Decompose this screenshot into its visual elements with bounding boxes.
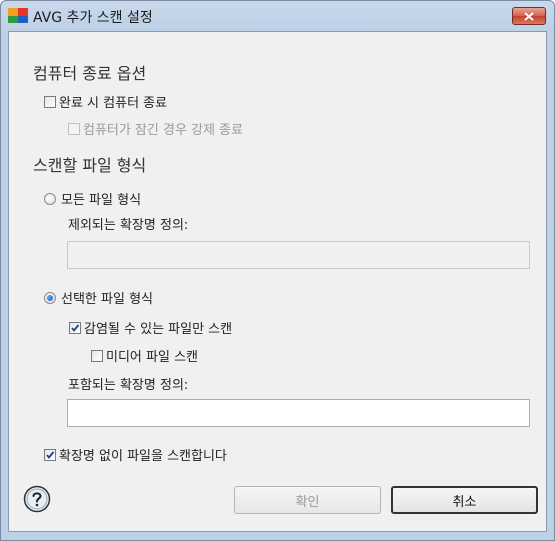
- infectable-only-checkbox[interactable]: [69, 321, 81, 334]
- no-extension-checkbox[interactable]: [44, 448, 56, 461]
- avg-logo-icon: [8, 8, 28, 23]
- shutdown-on-complete-checkbox[interactable]: [44, 95, 56, 108]
- shutdown-on-complete-label: 완료 시 컴퓨터 종료: [59, 96, 168, 111]
- shutdown-on-complete-option[interactable]: 완료 시 컴퓨터 종료: [44, 92, 167, 111]
- force-shutdown-option: 컴퓨터가 잠긴 경우 강제 종료: [68, 119, 243, 138]
- all-file-types-option[interactable]: 모든 파일 형식: [44, 189, 141, 208]
- question-mark-icon: [23, 485, 51, 513]
- no-extension-option[interactable]: 확장명 없이 파일을 스캔합니다: [44, 445, 227, 464]
- file-types-section-title: 스캔할 파일 형식: [33, 156, 147, 175]
- all-file-types-label: 모든 파일 형식: [61, 193, 142, 208]
- exclude-extensions-field: [67, 241, 530, 269]
- window-title: AVG 추가 스캔 설정: [33, 10, 153, 26]
- close-icon: [524, 11, 534, 21]
- dialog-window: AVG 추가 스캔 설정 컴퓨터 종료 옵션 완료 시 컴퓨터 종료 컴퓨터가 …: [0, 0, 555, 541]
- radio-selected-dot: [47, 294, 53, 301]
- shutdown-section-title: 컴퓨터 종료 옵션: [33, 64, 147, 83]
- include-extensions-label: 포함되는 확장명 정의:: [68, 378, 189, 393]
- checkmark-icon: [71, 323, 80, 332]
- title-bar[interactable]: AVG 추가 스캔 설정: [1, 1, 554, 31]
- selected-file-types-label: 선택한 파일 형식: [61, 292, 153, 307]
- all-file-types-radio[interactable]: [44, 192, 56, 205]
- media-files-option[interactable]: 미디어 파일 스캔: [91, 346, 198, 365]
- selected-file-types-option[interactable]: 선택한 파일 형식: [44, 288, 153, 307]
- infectable-only-option[interactable]: 감염될 수 있는 파일만 스캔: [69, 318, 232, 337]
- force-shutdown-checkbox: [68, 122, 80, 135]
- close-button[interactable]: [512, 7, 546, 25]
- help-button[interactable]: [22, 485, 52, 513]
- ok-button[interactable]: 확인: [234, 486, 381, 514]
- exclude-extensions-input: [68, 242, 529, 268]
- media-files-label: 미디어 파일 스캔: [106, 350, 198, 365]
- checkmark-icon: [46, 450, 55, 459]
- cancel-button[interactable]: 취소: [391, 486, 538, 514]
- force-shutdown-label: 컴퓨터가 잠긴 경우 강제 종료: [83, 123, 244, 138]
- media-files-checkbox[interactable]: [91, 349, 103, 362]
- infectable-only-label: 감염될 수 있는 파일만 스캔: [84, 322, 233, 337]
- exclude-extensions-label: 제외되는 확장명 정의:: [68, 218, 189, 233]
- no-extension-label: 확장명 없이 파일을 스캔합니다: [59, 449, 227, 464]
- dialog-client-area: 컴퓨터 종료 옵션 완료 시 컴퓨터 종료 컴퓨터가 잠긴 경우 강제 종료 스…: [8, 31, 547, 532]
- include-extensions-field[interactable]: [67, 399, 530, 427]
- selected-file-types-radio[interactable]: [44, 291, 56, 304]
- include-extensions-input[interactable]: [68, 400, 529, 426]
